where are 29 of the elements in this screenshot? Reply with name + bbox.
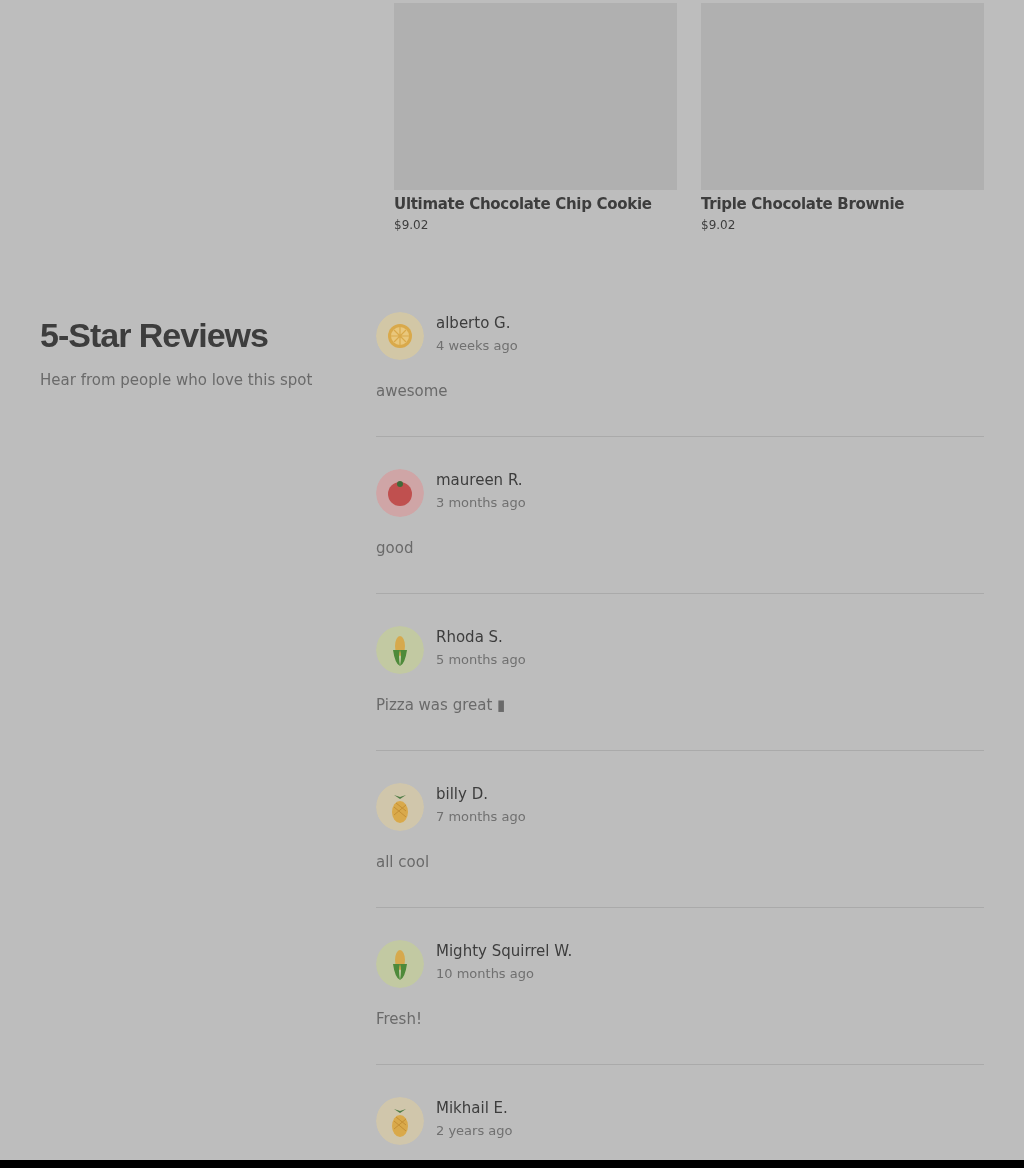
review-text: awesome (376, 382, 449, 400)
reviewer-name: billy D. (436, 785, 489, 803)
corn-icon (376, 940, 424, 988)
tomato-icon (376, 469, 424, 517)
citrus-slice-icon (376, 312, 424, 360)
review-text: Pizza was great ▮ (376, 696, 507, 714)
product-name[interactable]: Ultimate Chocolate Chip Cookie (394, 195, 677, 213)
review-text: all cool (376, 853, 431, 871)
section-subtitle: Hear from people who love this spot (40, 371, 314, 389)
pineapple-icon (376, 1097, 424, 1145)
section-title: 5-Star Reviews (40, 316, 269, 355)
reviewer-name: alberto G. (436, 314, 512, 332)
review-text: good (376, 539, 415, 557)
reviewer-name: maureen R. (436, 471, 524, 489)
product-price: $9.02 (394, 218, 430, 232)
review-date: 4 weeks ago (436, 338, 518, 353)
review-date: 10 months ago (436, 966, 535, 981)
review-text: Fresh! (376, 1010, 423, 1028)
product-price: $9.02 (701, 218, 737, 232)
review-date: 3 months ago (436, 495, 526, 510)
reviewer-name: Mighty Squirrel W. (436, 942, 573, 960)
corn-icon (376, 626, 424, 674)
product-name[interactable]: Triple Chocolate Brownie (701, 195, 984, 213)
reviewer-name: Rhoda S. (436, 628, 504, 646)
review-date: 2 years ago (436, 1123, 513, 1138)
review-date: 5 months ago (436, 652, 526, 667)
pineapple-icon (376, 783, 424, 831)
review-date: 7 months ago (436, 809, 526, 824)
reviewer-name: Mikhail E. (436, 1099, 509, 1117)
